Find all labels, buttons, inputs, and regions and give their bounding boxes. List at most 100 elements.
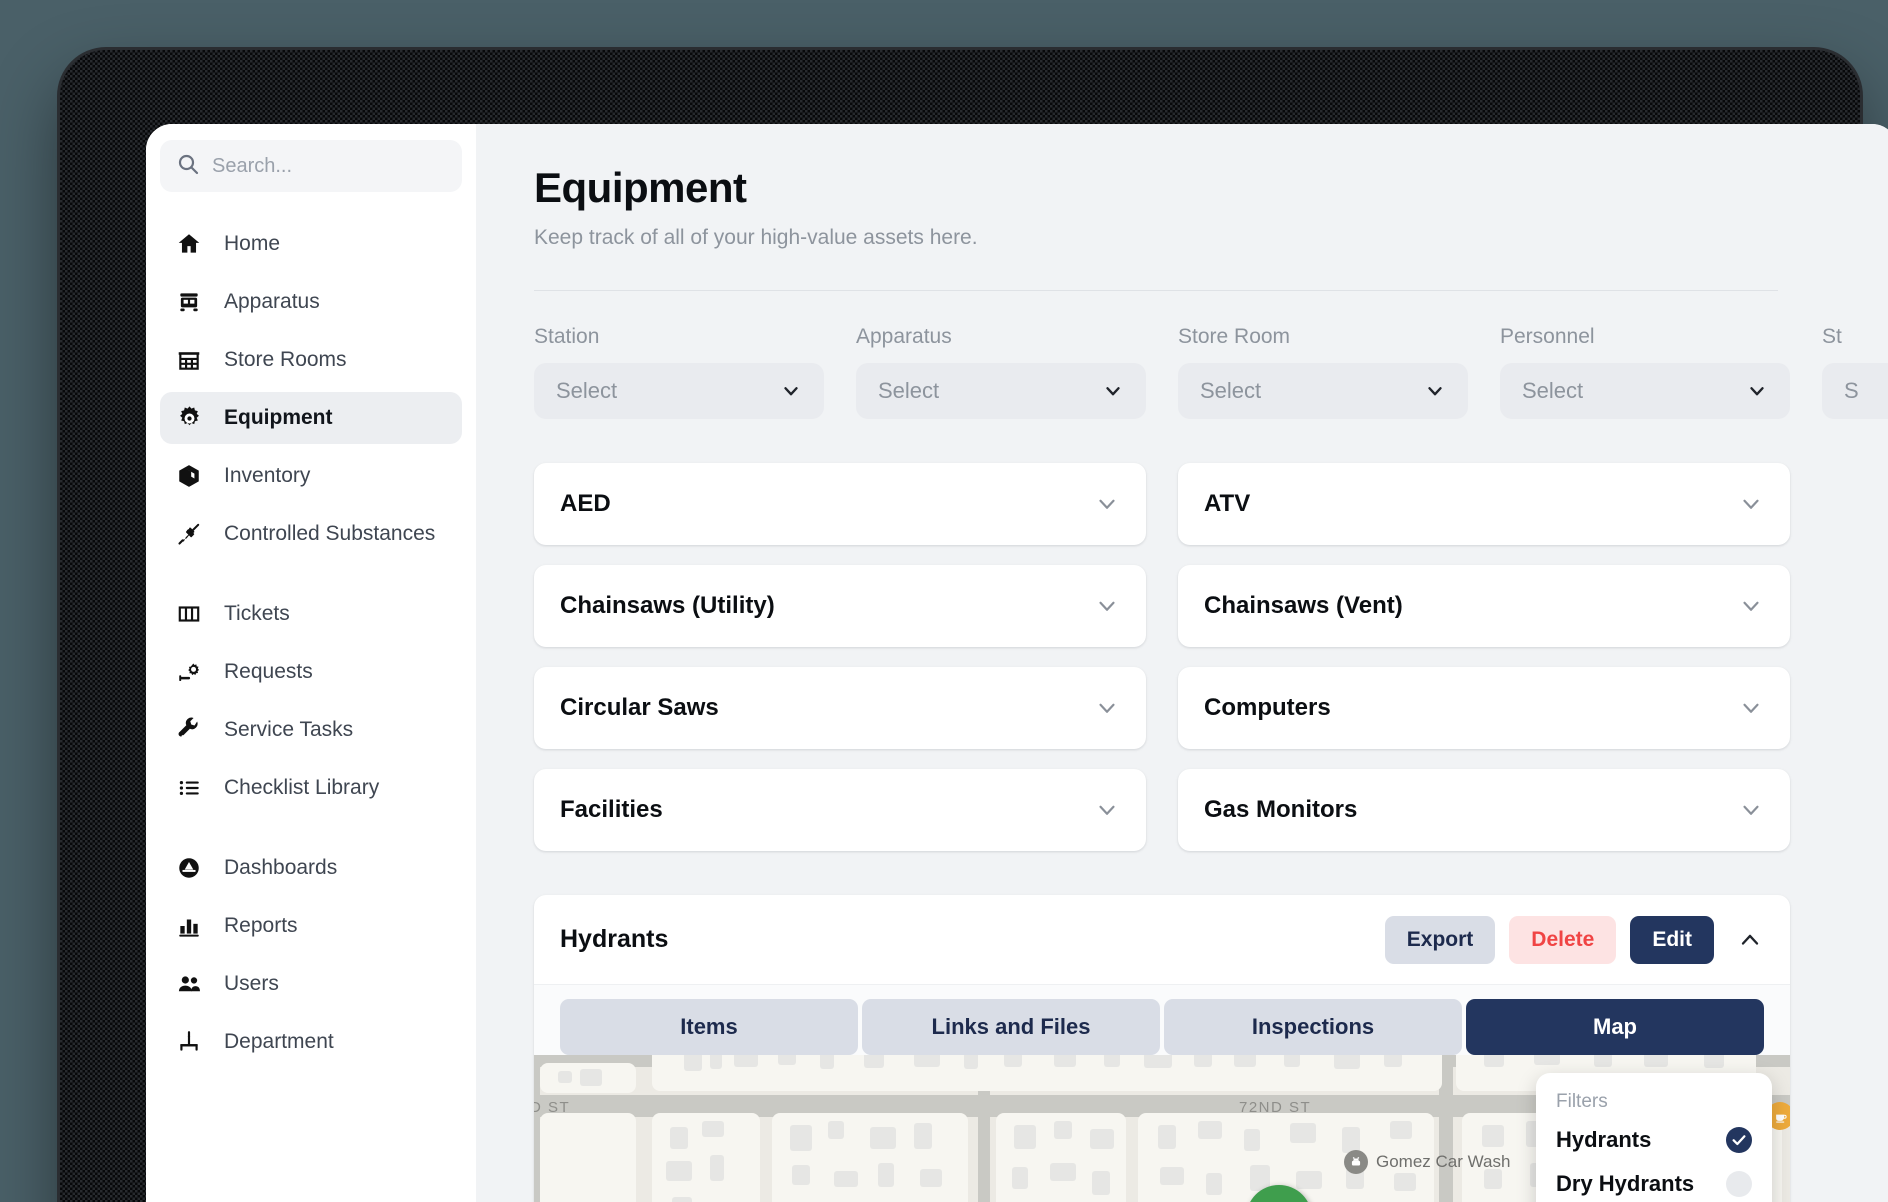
panel-title: Hydrants — [560, 925, 669, 953]
app-screen: Home Apparatus — [146, 124, 1888, 1202]
sidebar-item-label: Service Tasks — [224, 717, 354, 741]
filter-station: Station Select — [534, 325, 824, 419]
sidebar-item-label: Users — [224, 971, 279, 995]
bar-chart-icon — [174, 911, 204, 941]
sidebar-item-label: Home — [224, 231, 281, 255]
building-icon — [174, 345, 204, 375]
chevron-down-icon — [1738, 491, 1764, 517]
street-label: 72ND ST — [1239, 1099, 1312, 1116]
poi-gomez-car-wash[interactable]: Gomez Car Wash — [1344, 1150, 1510, 1174]
chevron-down-icon — [780, 380, 802, 402]
sidebar-item-inventory[interactable]: Inventory — [160, 450, 462, 502]
sidebar-item-label: Store Rooms — [224, 347, 347, 371]
gear-hand-icon — [174, 657, 204, 687]
filter-apparatus: Apparatus Select — [856, 325, 1146, 419]
map-filters-title: Filters — [1556, 1091, 1608, 1112]
sidebar-item-equipment[interactable]: Equipment — [160, 392, 462, 444]
filter-bar: Station Select Apparatus Select Store Ro… — [534, 325, 1888, 419]
check-circle-icon[interactable] — [1726, 1127, 1752, 1153]
panel-actions: Export Delete Edit — [1384, 915, 1764, 964]
sidebar-item-dashboards[interactable]: Dashboards — [160, 842, 462, 894]
gauge-icon — [174, 853, 204, 883]
map-filter-dry-hydrants[interactable]: Dry Hydrants — [1556, 1171, 1752, 1197]
tab-map[interactable]: Map — [1466, 999, 1764, 1055]
chevron-down-icon — [1738, 593, 1764, 619]
category-card-chainsaws-vent[interactable]: Chainsaws (Vent) — [1178, 565, 1790, 647]
chevron-down-icon — [1746, 380, 1768, 402]
empty-circle-icon[interactable] — [1726, 1171, 1752, 1197]
tab-inspections[interactable]: Inspections — [1164, 999, 1462, 1055]
category-name: AED — [560, 490, 611, 517]
category-name: ATV — [1204, 490, 1251, 517]
map-view[interactable]: D ST 72ND ST E 71ST WAY Gomez Car Wash — [534, 1055, 1790, 1202]
store-room-select[interactable]: Select — [1178, 363, 1468, 419]
sidebar-item-service-tasks[interactable]: Service Tasks — [160, 704, 462, 756]
sidebar-item-label: Requests — [224, 659, 313, 683]
sidebar-item-apparatus[interactable]: Apparatus — [160, 276, 462, 328]
sidebar-item-users[interactable]: Users — [160, 958, 462, 1010]
sidebar-item-store-rooms[interactable]: Store Rooms — [160, 334, 462, 386]
sidebar-item-requests[interactable]: Requests — [160, 646, 462, 698]
category-card-circular-saws[interactable]: Circular Saws — [534, 667, 1146, 749]
panel-header: Hydrants Export Delete Edit — [534, 895, 1790, 985]
sidebar-item-label: Apparatus — [224, 289, 320, 313]
category-card-gas-monitors[interactable]: Gas Monitors — [1178, 769, 1790, 851]
sidebar-item-label: Reports — [224, 913, 298, 937]
sidebar: Home Apparatus — [146, 124, 476, 1202]
search-field[interactable] — [212, 154, 446, 178]
category-card-chainsaws-utility[interactable]: Chainsaws (Utility) — [534, 565, 1146, 647]
sidebar-item-tickets[interactable]: Tickets — [160, 588, 462, 640]
sidebar-item-department[interactable]: Department — [160, 1016, 462, 1068]
device-bezel: Home Apparatus — [60, 50, 1888, 1202]
category-card-facilities[interactable]: Facilities — [534, 769, 1146, 851]
personnel-select[interactable]: Select — [1500, 363, 1790, 419]
chevron-down-icon — [1094, 797, 1120, 823]
chevron-down-icon — [1094, 491, 1120, 517]
sidebar-item-home[interactable]: Home — [160, 218, 462, 270]
sidebar-item-checklist-library[interactable]: Checklist Library — [160, 762, 462, 814]
poi-label-text: Gomez Car Wash — [1376, 1152, 1511, 1171]
select-value: Select — [556, 378, 618, 403]
map-block — [540, 1113, 636, 1202]
home-icon — [174, 229, 204, 259]
car-wash-icon — [1344, 1150, 1368, 1174]
edit-button[interactable]: Edit — [1630, 915, 1714, 964]
map-filter-label: Dry Hydrants — [1556, 1171, 1695, 1196]
chevron-down-icon — [1424, 380, 1446, 402]
sidebar-item-label: Department — [224, 1029, 334, 1053]
map-filter-hydrants[interactable]: Hydrants — [1556, 1127, 1752, 1153]
equipment-category-grid: AED ATV Chainsaws (Utility) Chainsaws (V… — [534, 463, 1888, 851]
org-chart-icon — [174, 1027, 204, 1057]
chevron-down-icon — [1094, 695, 1120, 721]
station-select[interactable]: Select — [534, 363, 824, 419]
category-card-atv[interactable]: ATV — [1178, 463, 1790, 545]
users-icon — [174, 969, 204, 999]
filter-status-truncated: St S — [1822, 325, 1888, 419]
filter-label: Apparatus — [856, 325, 952, 348]
main-content: Equipment Keep track of all of your high… — [476, 124, 1888, 1202]
hydrants-panel: Hydrants Export Delete Edit Items Links … — [534, 895, 1790, 1202]
category-name: Computers — [1204, 694, 1331, 721]
delete-button[interactable]: Delete — [1509, 915, 1617, 964]
category-name: Facilities — [560, 796, 663, 823]
filter-label: Store Room — [1178, 325, 1291, 348]
chevron-up-icon[interactable] — [1736, 926, 1764, 954]
sidebar-item-label: Inventory — [224, 463, 311, 487]
apparatus-select[interactable]: Select — [856, 363, 1146, 419]
chevron-down-icon — [1738, 695, 1764, 721]
filter-store-room: Store Room Select — [1178, 325, 1468, 419]
tab-links-and-files[interactable]: Links and Files — [862, 999, 1160, 1055]
map-block — [652, 1055, 1442, 1091]
export-button[interactable]: Export — [1384, 915, 1496, 964]
tab-items[interactable]: Items — [560, 999, 858, 1055]
panel-tabs: Items Links and Files Inspections Map — [534, 985, 1790, 1055]
sidebar-item-controlled-substances[interactable]: Controlled Substances — [160, 508, 462, 560]
chevron-down-icon — [1102, 380, 1124, 402]
status-select[interactable]: S — [1822, 363, 1888, 419]
sidebar-item-reports[interactable]: Reports — [160, 900, 462, 952]
sidebar-divider-2 — [160, 820, 462, 842]
street-label: D ST — [534, 1099, 571, 1116]
search-input[interactable] — [160, 140, 462, 192]
category-card-aed[interactable]: AED — [534, 463, 1146, 545]
category-card-computers[interactable]: Computers — [1178, 667, 1790, 749]
